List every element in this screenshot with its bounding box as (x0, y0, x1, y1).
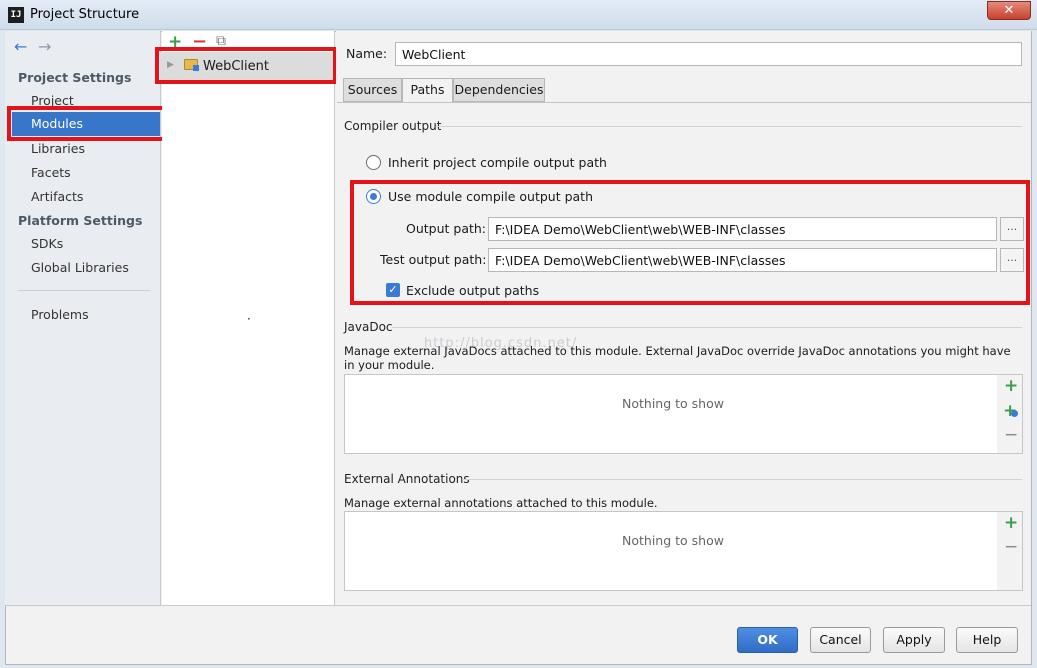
sidebar-item-problems[interactable]: Problems (31, 307, 89, 322)
compiler-output-divider (436, 126, 1022, 127)
test-output-path-input[interactable] (488, 248, 997, 272)
cancel-button[interactable]: Cancel (810, 627, 871, 653)
tab-underline (337, 102, 1031, 103)
project-settings-heading: Project Settings (18, 70, 132, 85)
back-arrow-icon[interactable]: ← (14, 37, 27, 56)
sidebar-item-global-libraries[interactable]: Global Libraries (31, 260, 129, 275)
forward-arrow-icon[interactable]: → (38, 37, 51, 56)
inherit-output-label: Inherit project compile output path (388, 155, 607, 170)
compiler-output-heading: Compiler output (344, 119, 442, 133)
tree-expand-arrow-icon[interactable]: ▶ (167, 60, 174, 70)
remove-module-icon[interactable]: − (192, 31, 207, 52)
help-button[interactable]: Help (956, 627, 1018, 653)
ok-button[interactable]: OK (737, 627, 798, 653)
external-annotations-list[interactable] (344, 511, 998, 591)
intellij-app-icon: IJ (8, 7, 24, 23)
sidebar-divider (18, 290, 150, 291)
stray-dot: · (247, 312, 251, 326)
copy-module-icon[interactable]: ⧉ (216, 33, 226, 49)
title-bar (0, 0, 1037, 30)
module-output-radio[interactable] (366, 189, 381, 204)
sidebar-item-modules[interactable]: Modules (12, 112, 160, 136)
test-output-path-label: Test output path: (380, 252, 487, 267)
platform-settings-heading: Platform Settings (18, 213, 143, 228)
sidebar-item-project[interactable]: Project (31, 93, 74, 108)
javadoc-add-icon[interactable]: + (1004, 376, 1018, 396)
javadoc-heading: JavaDoc (344, 320, 393, 334)
javadoc-divider (392, 327, 1022, 328)
exclude-output-label: Exclude output paths (406, 283, 540, 298)
javadoc-remove-icon[interactable]: − (1004, 425, 1018, 445)
output-path-browse-button[interactable]: ... (1000, 217, 1024, 241)
module-name-input[interactable] (395, 42, 1022, 66)
external-annotations-description: Manage external annotations attached to … (344, 496, 658, 510)
external-annotations-heading: External Annotations (344, 472, 470, 486)
tab-dependencies[interactable]: Dependencies (453, 78, 545, 102)
javadoc-list[interactable] (344, 374, 998, 454)
sidebar-item-artifacts[interactable]: Artifacts (31, 189, 83, 204)
sidebar-item-sdks[interactable]: SDKs (31, 236, 63, 251)
module-name-label: WebClient (203, 59, 269, 74)
footer-divider (5, 605, 1031, 606)
add-module-icon[interactable]: + (168, 32, 182, 52)
output-path-input[interactable] (488, 217, 997, 241)
test-output-path-browse-button[interactable]: ... (1000, 248, 1024, 272)
globe-badge-icon (1011, 410, 1018, 417)
name-label: Name: (346, 46, 388, 61)
window-close-button[interactable]: ✕ (987, 1, 1031, 20)
external-annotations-divider (462, 479, 1022, 480)
external-annotations-add-icon[interactable]: + (1004, 513, 1018, 533)
module-output-label: Use module compile output path (388, 189, 594, 204)
apply-button[interactable]: Apply (883, 627, 945, 653)
sidebar-item-libraries[interactable]: Libraries (31, 141, 85, 156)
sidebar-item-facets[interactable]: Facets (31, 165, 71, 180)
inherit-output-radio[interactable] (366, 155, 381, 170)
tab-paths[interactable]: Paths (402, 78, 453, 103)
output-path-label: Output path: (406, 221, 487, 236)
tab-sources[interactable]: Sources (343, 78, 402, 102)
external-annotations-remove-icon[interactable]: − (1004, 537, 1018, 557)
javadoc-description: Manage external JavaDocs attached to thi… (344, 344, 1011, 372)
exclude-output-checkbox[interactable]: ✓ (386, 283, 400, 297)
module-badge-icon (193, 65, 199, 71)
javadoc-empty-text: Nothing to show (622, 396, 724, 411)
external-annotations-empty-text: Nothing to show (622, 533, 724, 548)
window-title: Project Structure (30, 7, 140, 22)
